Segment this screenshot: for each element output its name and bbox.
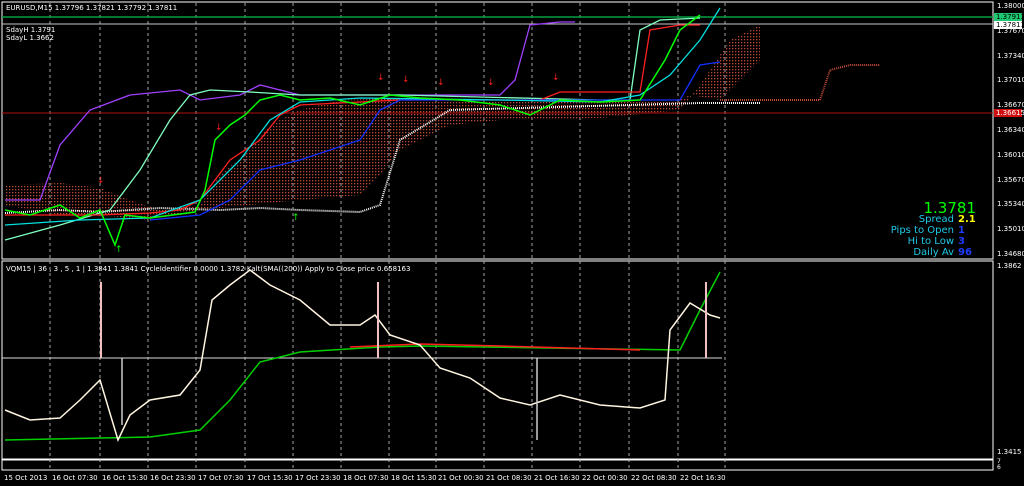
price-axis-label: 1.35010 [997,225,1024,234]
sub-pane-frame [1,260,994,460]
time-axis-label: 15 Oct 2013 [4,474,48,482]
info-label: Hi to Low [907,236,954,247]
price-axis-label: 1.36340 [997,126,1024,134]
mini-pane-frame [1,459,994,471]
time-axis-label: 21 Oct 00:30 [438,474,484,482]
sub-axis-top: 1.3862 [997,262,1022,270]
info-value: 2.1 [958,214,976,225]
time-axis-label: 16 Oct 23:30 [150,474,196,482]
time-axis-label: 21 Oct 08:30 [486,474,532,482]
price-axis-label: 1.37340 [997,51,1024,60]
price-axis-label: 1.37010 [997,76,1024,85]
time-axis-label: 16 Oct 07:30 [52,474,98,482]
subwindow-header: VQM15 | 36 , 3 , 5 , 1 | 1.3841 1.3841 C… [6,265,411,273]
price-axis-label: 1.35340 [997,200,1024,209]
info-row: Daily Av 96 [913,247,980,258]
sell-arrow-icon: ↓ [97,176,105,186]
info-value: 1 [958,225,965,236]
sell-arrow-icon: ↓ [377,73,385,83]
buy-arrow-icon: ↑ [292,213,300,223]
sell-arrow-icon: ↓ [487,78,495,88]
time-axis-label: 18 Oct 15:30 [391,474,437,482]
metatrader-chart-window[interactable]: ↓ ↓ ↓ ↓ ↓ ↓ ↓ ↑ ↑ EURUSD,M15 1.37796 1.37821 1.3… [0,0,1024,486]
info-value: 3 [958,236,965,247]
sell-arrow-icon: ↓ [215,123,223,133]
time-axis-label: 21 Oct 16:30 [534,474,580,482]
symbol-header: EURUSD,M15 1.37796 1.37821 1.37792 1.378… [6,4,178,12]
info-row: Hi to Low 3 [908,236,980,247]
chart-canvas[interactable]: ↓ ↓ ↓ ↓ ↓ ↓ ↓ ↑ ↑ [0,0,1024,486]
kalt-sma-line [4,271,721,441]
time-axis-label: 16 Oct 15:30 [102,474,148,482]
sell-arrow-icon: ↓ [437,78,445,88]
price-tag-white: 1.37811 [994,21,1024,29]
buy-arrow-icon: ↑ [115,245,123,255]
mini-axis-bottom: 6 [997,464,1001,471]
ichimoku-cloud [5,25,760,220]
vqm-line [4,269,721,443]
price-axis-label: 1.36670 [997,101,1024,110]
time-axis-label: 17 Oct 07:30 [198,474,244,482]
time-axis-label: 17 Oct 23:30 [295,474,341,482]
info-row: Spread 2.1 [919,214,980,225]
price-axis-label: 1.36010 [997,150,1024,159]
info-label: Daily Av [913,247,954,258]
time-axis-label: 18 Oct 07:30 [343,474,389,482]
price-axis-label: 1.38000 [997,2,1024,10]
time-axis-label: 22 Oct 16:30 [680,474,726,482]
info-value: 96 [958,247,972,258]
time-axis-label: 22 Oct 08:30 [631,474,677,482]
price-tag-red: 1.36615 [994,109,1024,117]
price-tag-green: 1.37913 [994,13,1024,21]
sday-low-label: SdayL 1.3662 [6,34,54,42]
time-axis-label: 17 Oct 15:30 [247,474,293,482]
price-axis-label: 1.35670 [997,175,1024,184]
price-axis-label: 1.34680 [997,250,1024,258]
sday-high-label: SdayH 1.3791 [6,26,56,34]
sell-arrow-icon: ↓ [402,75,410,85]
sub-axis-bottom: 1.3415 [997,448,1022,456]
info-row: Pips to Open 1 [891,225,980,236]
time-axis-label: 22 Oct 00:30 [582,474,628,482]
info-label: Spread [918,214,954,225]
sell-arrow-icon: ↓ [552,73,560,83]
info-label: Pips to Open [890,225,954,236]
